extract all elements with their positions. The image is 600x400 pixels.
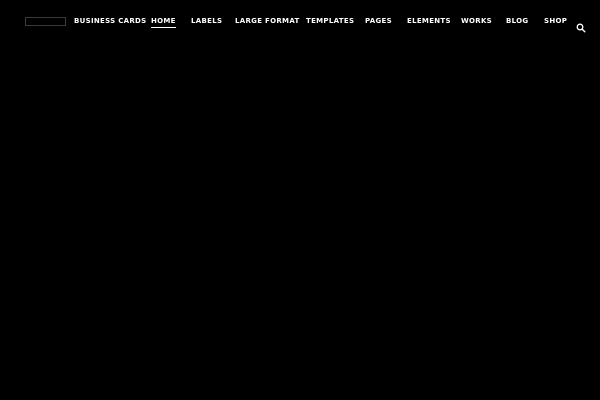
nav-item-business-cards[interactable]: BUSINESS CARDS (74, 17, 147, 26)
search-button[interactable] (576, 18, 586, 33)
nav-item-templates[interactable]: TEMPLATES (306, 17, 354, 26)
nav-item-home[interactable]: HOME (151, 17, 176, 28)
nav-item-large-format[interactable]: LARGE FORMAT (235, 17, 300, 26)
nav-item-elements[interactable]: ELEMENTS (407, 17, 451, 26)
nav-item-blog[interactable]: BLOG (506, 17, 528, 26)
nav-item-shop[interactable]: SHOP (544, 17, 567, 26)
nav-item-labels[interactable]: LABELS (191, 17, 222, 26)
site-logo[interactable] (25, 17, 66, 26)
search-icon (576, 23, 586, 33)
nav-item-pages[interactable]: PAGES (365, 17, 392, 26)
page: BUSINESS CARDS HOME LABELS LARGE FORMAT … (0, 0, 600, 400)
nav-item-works[interactable]: WORKS (461, 17, 492, 26)
site-header: BUSINESS CARDS HOME LABELS LARGE FORMAT … (0, 0, 600, 44)
